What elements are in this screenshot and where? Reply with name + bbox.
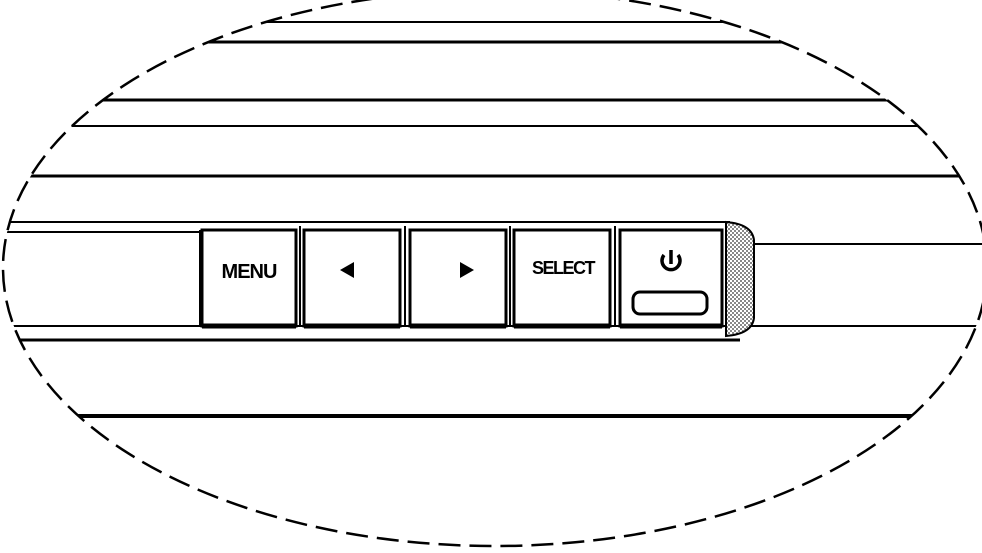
left-button[interactable] <box>302 228 402 329</box>
monitor-control-panel-diagram: MENU SELECT <box>1 0 982 548</box>
bezel-lines <box>3 21 982 418</box>
right-button[interactable] <box>408 228 508 329</box>
menu-button-label: MENU <box>222 261 277 283</box>
power-button[interactable] <box>618 228 724 329</box>
menu-button[interactable]: MENU <box>200 228 298 329</box>
select-button[interactable]: SELECT <box>512 228 612 329</box>
select-button-label: SELECT <box>532 258 596 278</box>
button-strip: MENU SELECT <box>199 220 755 338</box>
power-led <box>631 290 709 316</box>
side-grip <box>725 220 755 338</box>
